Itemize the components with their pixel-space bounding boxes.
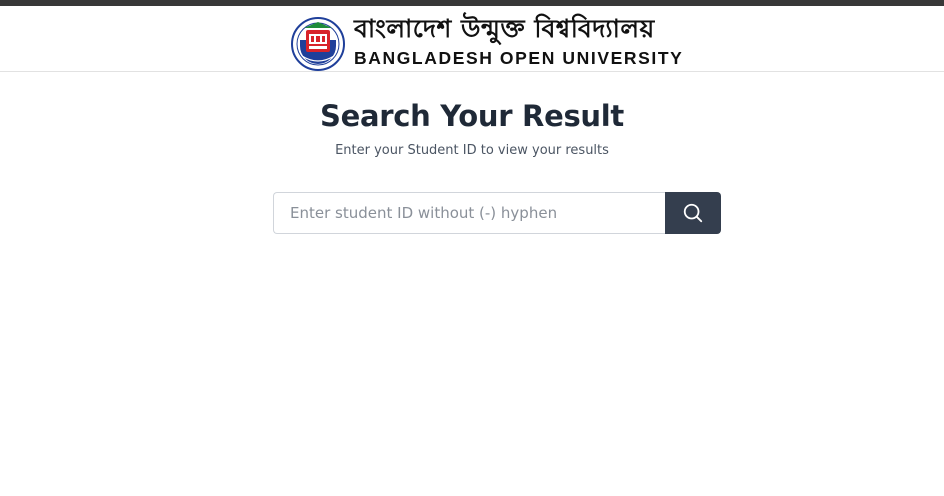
university-name-bangla: বাংলাদেশ উন্মুক্ত বিশ্ববিদ্যালয় xyxy=(354,14,655,43)
page-subtitle: Enter your Student ID to view your resul… xyxy=(335,143,609,158)
result-search-form xyxy=(273,192,721,234)
search-button[interactable] xyxy=(665,192,721,234)
university-seal-icon xyxy=(291,17,345,71)
university-brand[interactable]: বাংলাদেশ উন্মুক্ত বিশ্ববিদ্যালয় BANGLAD… xyxy=(290,14,710,71)
student-id-input[interactable] xyxy=(273,192,666,234)
page-title: Search Your Result xyxy=(320,99,624,133)
search-icon xyxy=(683,203,703,223)
site-header: বাংলাদেশ উন্মুক্ত বিশ্ববিদ্যালয় BANGLAD… xyxy=(0,6,944,72)
university-name-english: BANGLADESH OPEN UNIVERSITY xyxy=(354,48,684,68)
university-name: বাংলাদেশ উন্মুক্ত বিশ্ববিদ্যালয় BANGLAD… xyxy=(354,14,714,70)
